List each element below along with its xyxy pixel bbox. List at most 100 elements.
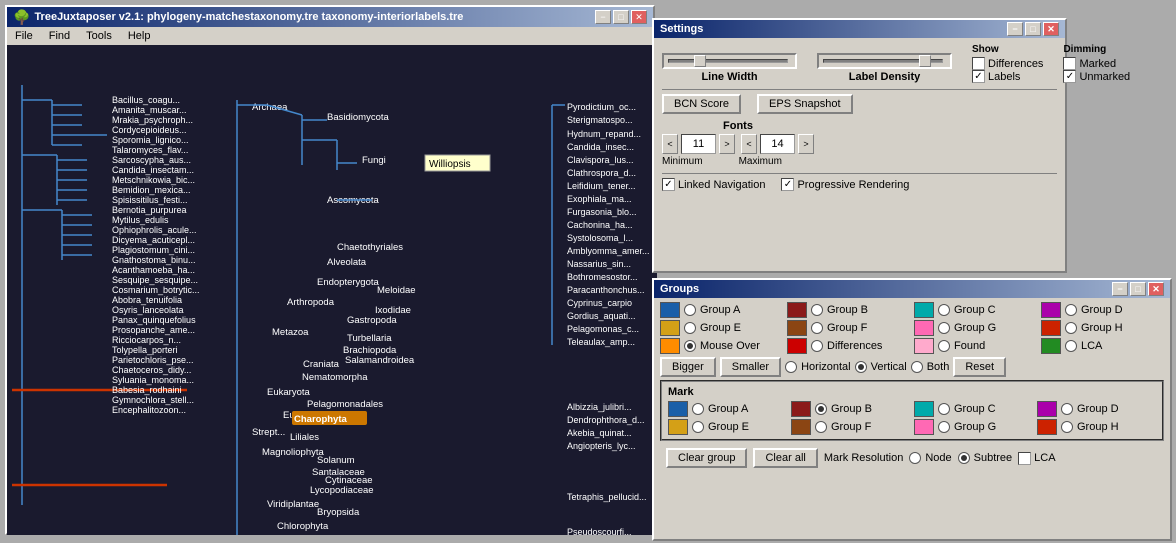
- node-radio[interactable]: [909, 452, 921, 464]
- group-b-radio[interactable]: [811, 304, 823, 316]
- eps-snapshot-button[interactable]: EPS Snapshot: [757, 94, 853, 114]
- group-c-radio[interactable]: [938, 304, 950, 316]
- group-e-item: Group E: [660, 320, 783, 336]
- restore-button[interactable]: □: [613, 10, 629, 24]
- mark-group-a-color: [668, 401, 688, 417]
- group-h-radio[interactable]: [1065, 322, 1077, 334]
- settings-restore[interactable]: □: [1025, 22, 1041, 36]
- horizontal-radio[interactable]: [785, 361, 797, 373]
- minimize-button[interactable]: −: [595, 10, 611, 24]
- menu-tools[interactable]: Tools: [82, 29, 116, 43]
- groups-minimize[interactable]: −: [1112, 282, 1128, 296]
- mark-group-g-radio[interactable]: [938, 421, 950, 433]
- group-g-radio[interactable]: [938, 322, 950, 334]
- svg-text:Arthropoda: Arthropoda: [287, 297, 335, 308]
- mark-group-f-radio[interactable]: [815, 421, 827, 433]
- group-d-radio[interactable]: [1065, 304, 1077, 316]
- unmarked-checkbox[interactable]: ✓: [1063, 70, 1076, 83]
- group-f-radio[interactable]: [811, 322, 823, 334]
- node-radio-label[interactable]: Node: [909, 452, 951, 464]
- both-radio-label[interactable]: Both: [911, 361, 950, 373]
- group-e-radio[interactable]: [684, 322, 696, 334]
- close-button[interactable]: ✕: [631, 10, 647, 24]
- tree-display-area: Bacillus_coagu... Amanita_muscar... Mrak…: [7, 45, 657, 535]
- font-min-decrease[interactable]: <: [662, 134, 678, 154]
- mark-group-a: Group A: [668, 401, 787, 417]
- bigger-button[interactable]: Bigger: [660, 357, 716, 377]
- mark-group-h-color: [1037, 419, 1057, 435]
- group-b-color: [787, 302, 807, 318]
- group-a-radio[interactable]: [684, 304, 696, 316]
- horizontal-radio-label[interactable]: Horizontal: [785, 361, 851, 373]
- svg-text:Viridiplantae: Viridiplantae: [267, 499, 319, 510]
- settings-minimize[interactable]: −: [1007, 22, 1023, 36]
- subtree-radio-label[interactable]: Subtree: [958, 452, 1013, 464]
- mark-group-e-radio[interactable]: [692, 421, 704, 433]
- mouse-over-color: [660, 338, 680, 354]
- menu-help[interactable]: Help: [124, 29, 155, 43]
- group-c-item: Group C: [914, 302, 1037, 318]
- lca-bottom-checkbox[interactable]: [1018, 452, 1031, 465]
- label-density-slider[interactable]: [823, 59, 943, 63]
- line-width-slider[interactable]: [668, 59, 788, 63]
- clear-all-button[interactable]: Clear all: [753, 448, 817, 468]
- bcn-score-button[interactable]: BCN Score: [662, 94, 741, 114]
- font-max-increase[interactable]: >: [798, 134, 814, 154]
- menu-file[interactable]: File: [11, 29, 37, 43]
- svg-text:Clavispora_lus...: Clavispora_lus...: [567, 155, 634, 165]
- mark-group-c-radio[interactable]: [938, 403, 950, 415]
- mark-group-h-radio[interactable]: [1061, 421, 1073, 433]
- mark-group-b-radio[interactable]: [815, 403, 827, 415]
- menu-find[interactable]: Find: [45, 29, 74, 43]
- svg-text:Gordius_aquati...: Gordius_aquati...: [567, 311, 636, 321]
- progressive-render-label[interactable]: ✓ Progressive Rendering: [781, 178, 909, 191]
- groups-restore[interactable]: □: [1130, 282, 1146, 296]
- clear-group-button[interactable]: Clear group: [666, 448, 747, 468]
- found-color: [914, 338, 934, 354]
- progressive-render-checkbox[interactable]: ✓: [781, 178, 794, 191]
- marked-checkbox-label[interactable]: Marked: [1063, 57, 1130, 70]
- found-radio[interactable]: [938, 340, 950, 352]
- svg-text:Acanthamoeba_ha...: Acanthamoeba_ha...: [112, 265, 195, 275]
- linked-nav-checkbox[interactable]: ✓: [662, 178, 675, 191]
- mouse-over-radio[interactable]: [684, 340, 696, 352]
- font-min-group: < >: [662, 134, 735, 154]
- svg-text:Teleaulax_amp...: Teleaulax_amp...: [567, 337, 635, 347]
- unmarked-checkbox-label[interactable]: ✓ Unmarked: [1063, 70, 1130, 83]
- svg-text:Systolosoma_l...: Systolosoma_l...: [567, 233, 633, 243]
- smaller-button[interactable]: Smaller: [720, 357, 781, 377]
- linked-nav-label[interactable]: ✓ Linked Navigation: [662, 178, 765, 191]
- labels-checkbox-label[interactable]: ✓ Labels: [972, 70, 1043, 83]
- svg-text:Nematomorpha: Nematomorpha: [302, 372, 368, 383]
- font-max-decrease[interactable]: <: [741, 134, 757, 154]
- lca-bottom-label[interactable]: LCA: [1018, 452, 1055, 465]
- both-radio[interactable]: [911, 361, 923, 373]
- lca-radio[interactable]: [1065, 340, 1077, 352]
- mark-label: Mark: [668, 386, 1156, 398]
- font-min-increase[interactable]: >: [719, 134, 735, 154]
- svg-text:Pelagomonadales: Pelagomonadales: [307, 399, 383, 410]
- differences-checkbox-label[interactable]: Differences: [972, 57, 1043, 70]
- marked-checkbox[interactable]: [1063, 57, 1076, 70]
- mark-group-a-radio[interactable]: [692, 403, 704, 415]
- vertical-radio[interactable]: [855, 361, 867, 373]
- svg-text:Salamandroidea: Salamandroidea: [345, 355, 415, 366]
- font-max-input[interactable]: [760, 134, 795, 154]
- app-title: TreeJuxtaposer v2.1: phylogeny-matchesta…: [34, 11, 463, 23]
- differences-checkbox[interactable]: [972, 57, 985, 70]
- svg-text:Plagiostomum_cini...: Plagiostomum_cini...: [112, 245, 195, 255]
- vertical-radio-label[interactable]: Vertical: [855, 361, 907, 373]
- reset-button[interactable]: Reset: [953, 357, 1006, 377]
- mark-group-d-radio[interactable]: [1061, 403, 1073, 415]
- svg-text:Leifidium_tener...: Leifidium_tener...: [567, 181, 636, 191]
- svg-text:Mrakia_psychroph...: Mrakia_psychroph...: [112, 115, 193, 125]
- mark-group-g: Group G: [914, 419, 1033, 435]
- differences-radio[interactable]: [811, 340, 823, 352]
- subtree-radio[interactable]: [958, 452, 970, 464]
- settings-close[interactable]: ✕: [1043, 22, 1059, 36]
- labels-checkbox[interactable]: ✓: [972, 70, 985, 83]
- groups-content: Group A Group B Group C Group D G: [654, 298, 1170, 476]
- groups-close[interactable]: ✕: [1148, 282, 1164, 296]
- font-min-input[interactable]: [681, 134, 716, 154]
- group-b-label: Group B: [827, 304, 868, 316]
